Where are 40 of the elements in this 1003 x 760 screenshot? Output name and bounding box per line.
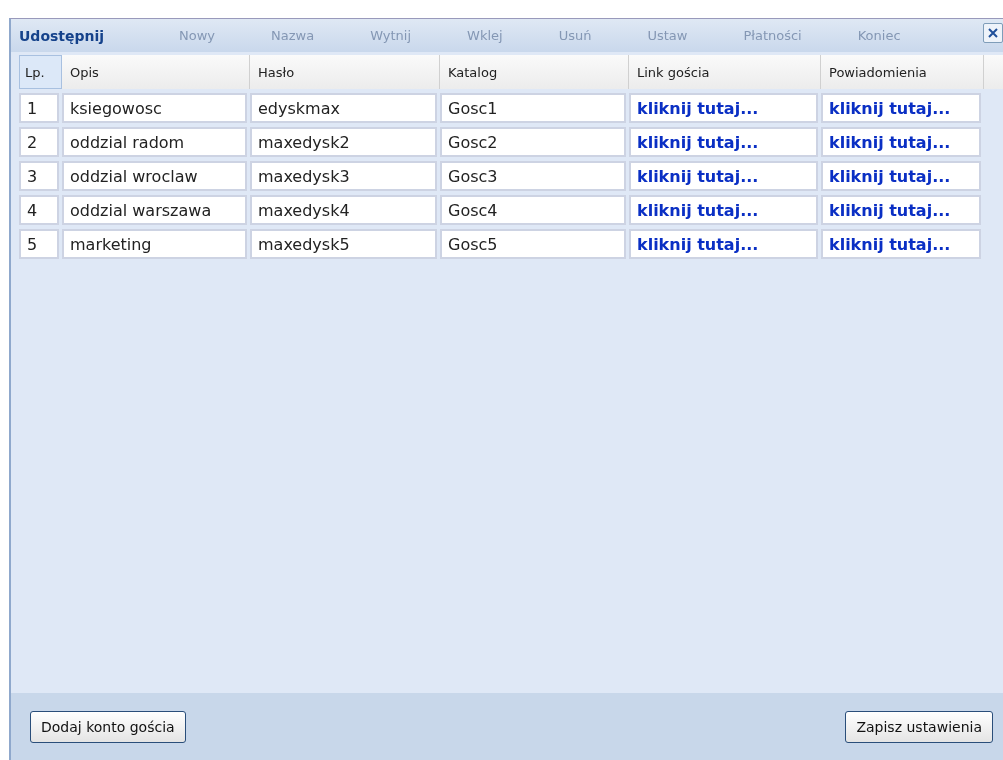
table-cell: Gosc1: [440, 93, 626, 123]
column-header[interactable]: Powiadomienia: [821, 55, 984, 89]
background-toolbar-label: Nowy: [179, 28, 215, 43]
background-toolbar-label: Usuń: [558, 28, 592, 43]
background-toolbar-label: Wklej: [467, 28, 503, 43]
column-header[interactable]: Hasło: [250, 55, 440, 89]
table-cell: oddzial warszawa: [62, 195, 247, 225]
table-cell: oddzial radom: [62, 127, 247, 157]
column-header[interactable]: Link gościa: [629, 55, 821, 89]
table-cell: maxedysk4: [250, 195, 437, 225]
background-toolbar-label: Wytnij: [370, 28, 412, 43]
dialog-button[interactable]: Dodaj konto gościa: [30, 710, 186, 743]
background-toolbar-label: Płatności: [743, 28, 802, 43]
table-cell: maxedysk2: [250, 127, 437, 157]
column-header[interactable]: Lp.: [19, 55, 62, 89]
table-cell: Gosc5: [440, 229, 626, 259]
table-cell: Gosc4: [440, 195, 626, 225]
column-header[interactable]: Katalog: [440, 55, 629, 89]
table-cell: edyskmax: [250, 93, 437, 123]
table-cell: 4: [19, 195, 59, 225]
close-button[interactable]: [983, 23, 1003, 43]
background-toolbar-label: Ustaw: [647, 28, 688, 43]
window-title: Udostępnij: [18, 27, 106, 44]
table-cell: 2: [19, 127, 59, 157]
table-cell: 3: [19, 161, 59, 191]
table-cell: 1: [19, 93, 59, 123]
close-icon: [987, 27, 999, 39]
table-cell: maxedysk5: [250, 229, 437, 259]
table-cell: marketing: [62, 229, 247, 259]
background-toolbar-label: Koniec: [857, 28, 901, 43]
table-cell: maxedysk3: [250, 161, 437, 191]
table-cell: Gosc3: [440, 161, 626, 191]
table-cell: Gosc2: [440, 127, 626, 157]
table-cell: oddzial wroclaw: [62, 161, 247, 191]
table-cell: ksiegowosc: [62, 93, 247, 123]
column-header[interactable]: Opis: [62, 55, 250, 89]
background-toolbar-label: Nazwa: [271, 28, 315, 43]
dialog-button[interactable]: Zapisz ustawienia: [845, 710, 993, 743]
header-filler: [984, 55, 1003, 89]
table-cell: 5: [19, 229, 59, 259]
